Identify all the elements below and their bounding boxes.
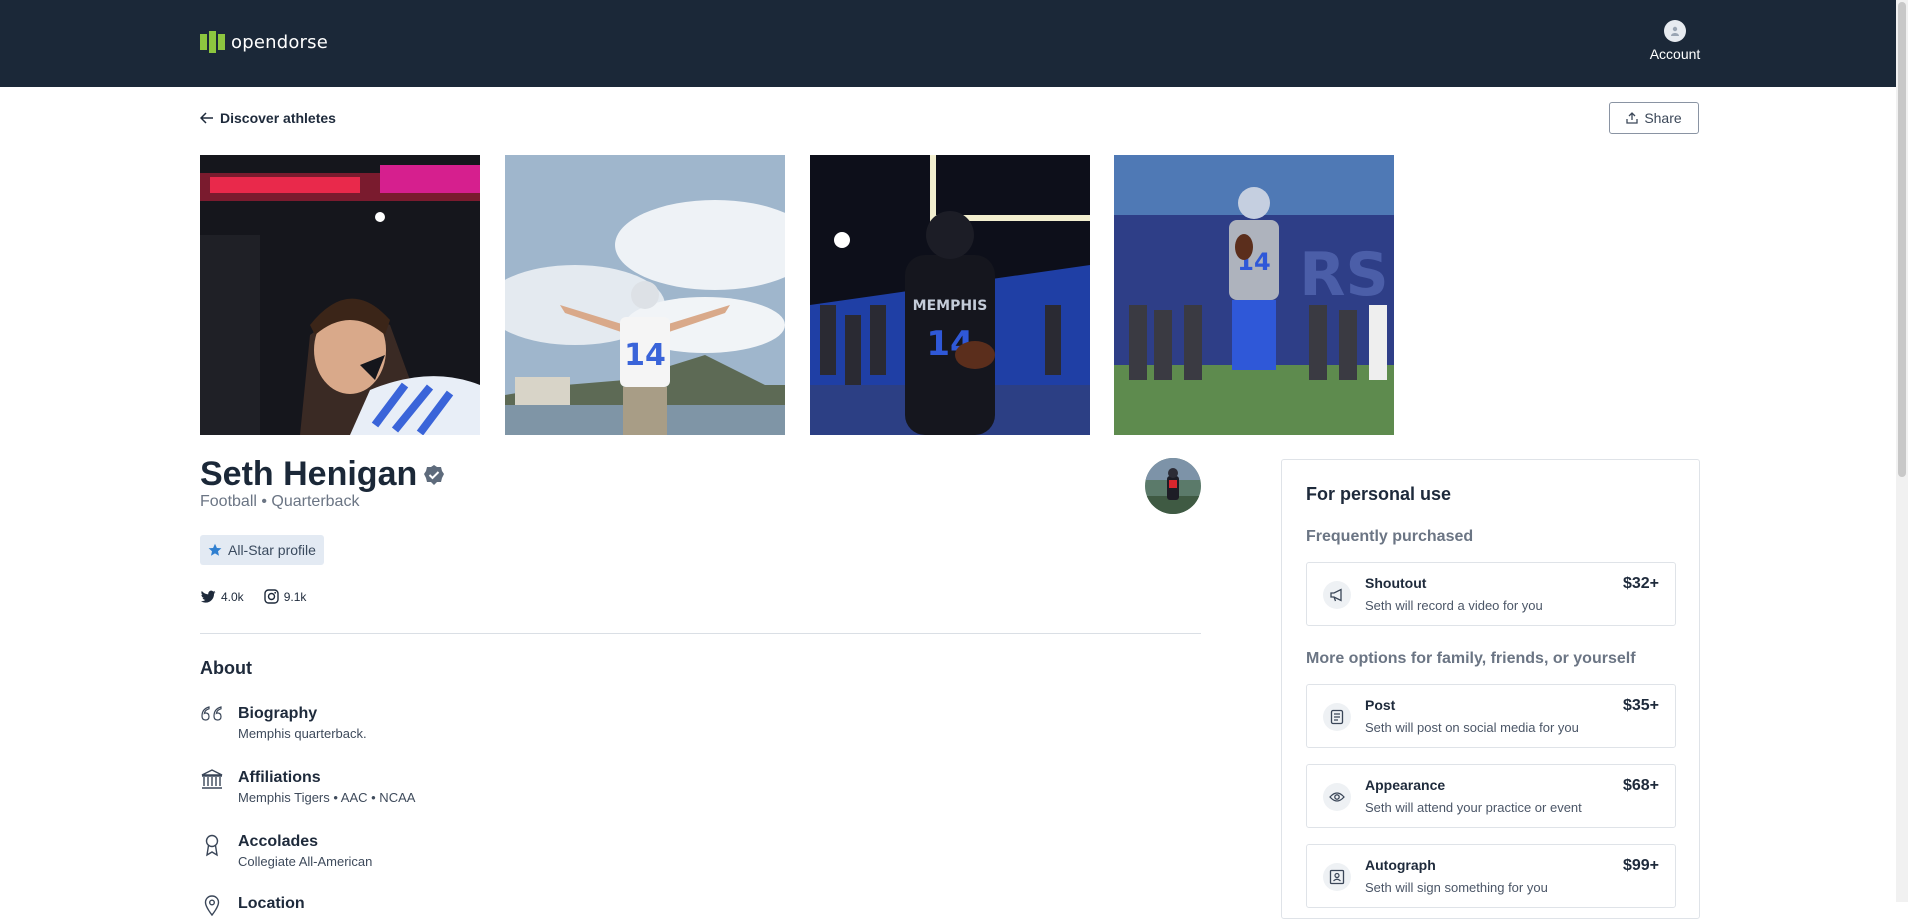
personal-use-panel: For personal use Frequently purchased Sh… [1281, 459, 1700, 919]
account-avatar-icon [1664, 20, 1686, 42]
medal-icon [200, 833, 224, 857]
logo-mark-icon [200, 31, 225, 53]
svg-text:14: 14 [624, 338, 666, 373]
athlete-photo-2[interactable]: 14 [505, 155, 785, 435]
athlete-photo-1[interactable] [200, 155, 480, 435]
more-options-heading: More options for family, friends, or you… [1306, 650, 1636, 667]
biography-value: Memphis quarterback. [238, 726, 367, 741]
twitter-stat[interactable]: 4.0k [200, 589, 244, 604]
offer-post[interactable]: Post Seth will post on social media for … [1306, 684, 1676, 748]
biography-label: Biography [238, 705, 318, 722]
autograph-icon [1323, 863, 1351, 891]
megaphone-icon [1323, 581, 1351, 609]
logo-text: opendorse [231, 31, 329, 53]
frequently-purchased-heading: Frequently purchased [1306, 528, 1474, 545]
instagram-stat[interactable]: 9.1k [263, 589, 307, 604]
offer-shoutout[interactable]: Shoutout Seth will record a video for yo… [1306, 562, 1676, 626]
instagram-icon [263, 589, 279, 604]
svg-text:RS: RS [1299, 240, 1388, 310]
twitter-count: 4.0k [221, 589, 244, 604]
offer-desc: Seth will attend your practice or event [1365, 800, 1582, 815]
section-divider [200, 633, 1201, 634]
location-label: Location [238, 895, 305, 912]
offer-autograph[interactable]: Autograph Seth will sign something for y… [1306, 844, 1676, 908]
all-star-badge: All-Star profile [200, 535, 324, 565]
offer-name: Autograph [1365, 857, 1436, 873]
quote-icon [200, 705, 224, 729]
athlete-avatar[interactable] [1145, 458, 1201, 514]
athlete-photo-3[interactable]: MEMPHIS 14 [810, 155, 1090, 435]
instagram-count: 9.1k [283, 589, 307, 604]
svg-text:MEMPHIS: MEMPHIS [913, 298, 988, 314]
athlete-photo-4[interactable]: RS 14 [1114, 155, 1394, 435]
offer-desc: Seth will post on social media for you [1365, 720, 1579, 735]
offer-desc: Seth will sign something for you [1365, 880, 1548, 895]
offer-price: $35+ [1622, 697, 1659, 714]
about-heading: About [200, 658, 252, 678]
top-navbar: opendorse Account [0, 0, 1908, 87]
institution-icon [200, 769, 224, 793]
back-label: Discover athletes [220, 110, 336, 126]
athlete-name-row: Seth Henigan [200, 455, 445, 494]
eye-icon [1323, 783, 1351, 811]
panel-title: For personal use [1306, 484, 1452, 504]
badge-label: All-Star profile [228, 542, 316, 558]
offer-price: $68+ [1622, 777, 1659, 794]
affiliations-label: Affiliations [238, 769, 321, 786]
offer-price: $99+ [1622, 857, 1659, 874]
opendorse-logo[interactable]: opendorse [200, 31, 328, 53]
share-icon [1626, 112, 1638, 124]
about-location: Location [200, 895, 305, 919]
accolades-label: Accolades [238, 833, 319, 850]
athlete-name: Seth Henigan [200, 455, 418, 493]
share-label: Share [1644, 110, 1682, 126]
offer-name: Shoutout [1365, 575, 1427, 591]
location-icon [200, 895, 224, 919]
discover-athletes-link[interactable]: Discover athletes [200, 110, 336, 126]
page-scrollbar[interactable] [1896, 0, 1908, 902]
account-label: Account [1649, 46, 1701, 62]
share-button[interactable]: Share [1609, 102, 1699, 134]
social-stats: 4.0k 9.1k [200, 589, 306, 604]
star-icon [208, 543, 222, 556]
about-affiliations: Affiliations Memphis Tigers • AAC • NCAA [200, 769, 415, 805]
offer-appearance[interactable]: Appearance Seth will attend your practic… [1306, 764, 1676, 828]
offer-name: Appearance [1365, 777, 1446, 793]
offer-desc: Seth will record a video for you [1365, 598, 1543, 613]
scrollbar-thumb[interactable] [1898, 2, 1906, 477]
about-accolades: Accolades Collegiate All-American [200, 833, 372, 869]
about-biography: Biography Memphis quarterback. [200, 705, 367, 741]
offer-name: Post [1365, 697, 1396, 713]
verified-badge-icon [424, 464, 445, 485]
twitter-icon [201, 590, 216, 603]
arrow-left-icon [200, 112, 213, 124]
athlete-subtitle: Football • Quarterback [200, 493, 360, 510]
account-menu[interactable]: Account [1640, 20, 1710, 62]
post-icon [1323, 703, 1351, 731]
accolades-value: Collegiate All-American [238, 854, 373, 869]
offer-price: $32+ [1622, 575, 1659, 592]
affiliations-value: Memphis Tigers • AAC • NCAA [238, 790, 416, 805]
